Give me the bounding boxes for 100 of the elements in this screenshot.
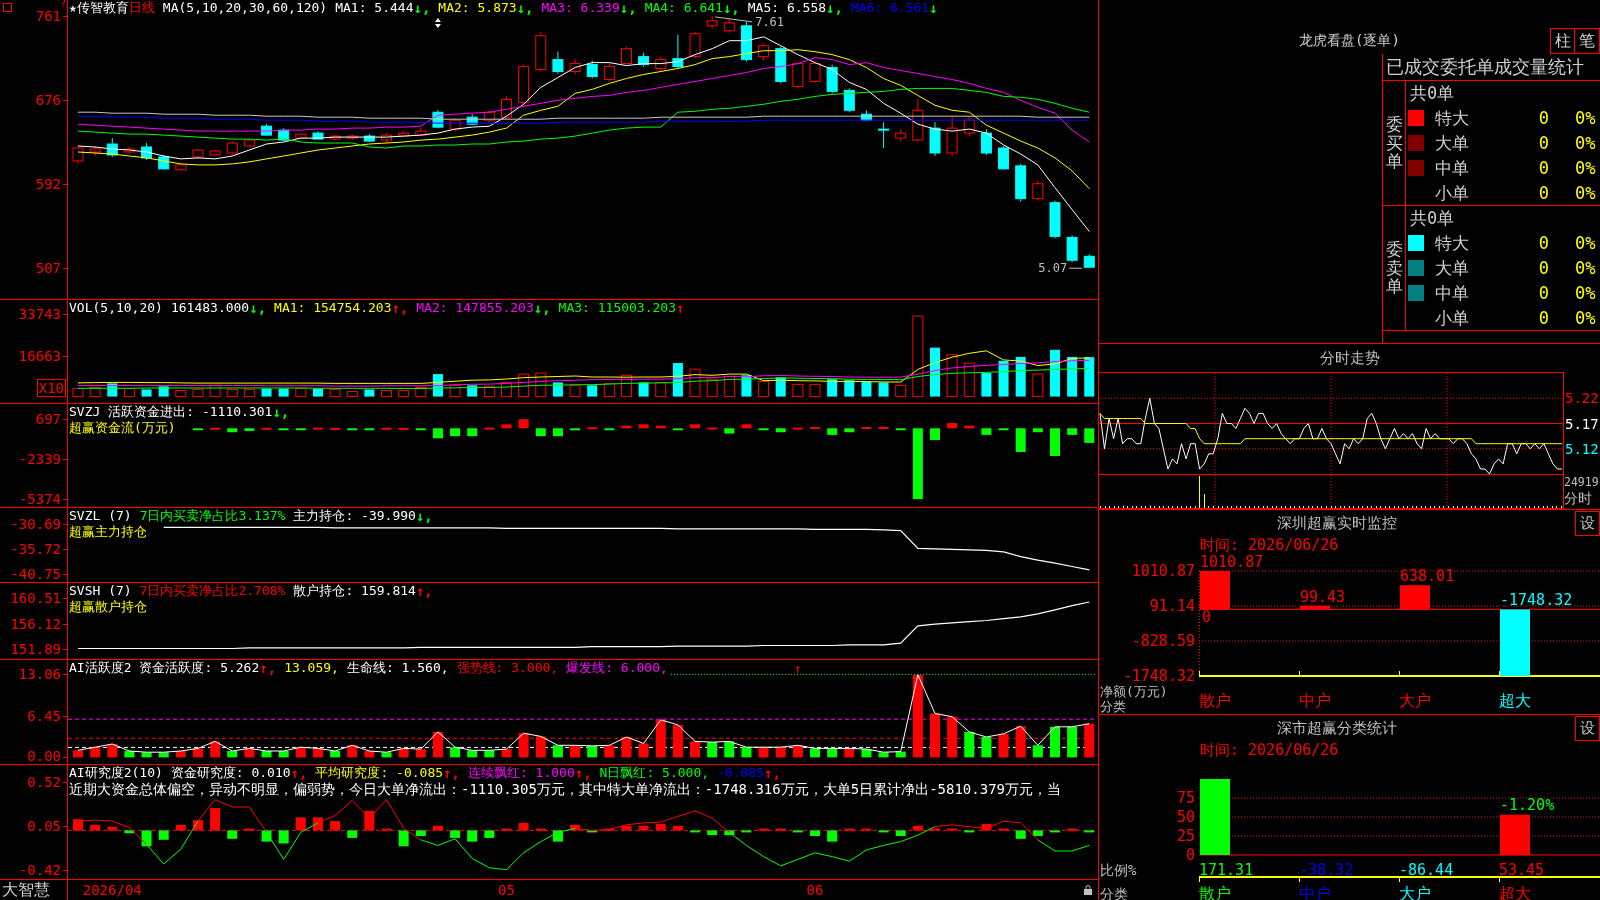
date-label: 2026/04 — [82, 881, 142, 900]
axis-label: -828.59 — [1131, 633, 1195, 649]
indicator-reading: MA4: 6.641 — [644, 0, 723, 16]
order-percent: 0% — [1575, 107, 1596, 128]
bar-value-label: 53.45 — [1499, 861, 1545, 879]
trend-arrow: ↓ — [929, 0, 938, 16]
candlestick — [346, 133, 358, 141]
order-count: 0 — [1537, 307, 1549, 328]
indicator-reading: 散户持仓: 159.814 — [293, 583, 416, 599]
order-size-label: 小单 — [1435, 182, 1470, 203]
axis-label: -0.42 — [18, 861, 61, 878]
candlestick — [415, 127, 427, 137]
indicator-name: AI研究度2(10) — [69, 765, 163, 781]
candlestick — [706, 15, 718, 30]
candlestick — [929, 121, 941, 157]
trend-arrow: ↑ — [676, 300, 685, 316]
analysis-summary: 近期大资金总体偏空，异动不明显，偏弱势，今日大单净流出：-1110.305万元，其中特大单净流出：-1748.316万元，大单5日累计净出-5810.379万元，当 — [68, 781, 1061, 798]
bar-value-label: -38.32 — [1299, 861, 1354, 879]
candlestick — [963, 115, 975, 137]
order-count: 0 — [1537, 232, 1549, 253]
updown-arrow-icon — [434, 18, 441, 28]
candlestick — [398, 130, 410, 138]
bar-value-label: 1010.87 — [1200, 554, 1264, 571]
candlestick — [518, 64, 530, 105]
view-mode-button[interactable]: 笔 — [1575, 28, 1600, 54]
bar-value-label: 638.01 — [1400, 567, 1455, 586]
candlestick — [792, 62, 804, 89]
candlestick — [586, 60, 598, 79]
candlestick — [946, 115, 958, 157]
candlestick — [912, 98, 924, 143]
candlestick — [603, 63, 615, 82]
panel-title: 深圳超赢实时监控 — [1277, 514, 1397, 532]
help-mark[interactable]: ? — [59, 0, 66, 8]
axis-label: 5.17 — [1565, 415, 1599, 432]
trend-arrow: ↓, — [516, 0, 534, 16]
order-percent: 0% — [1575, 132, 1596, 153]
leader-line — [1068, 267, 1083, 269]
axis-label: 697 — [35, 411, 61, 428]
order-percent: 0% — [1575, 307, 1596, 328]
order-percent: 0% — [1575, 257, 1596, 278]
candlestick — [432, 109, 444, 129]
axis-label: 761 — [35, 7, 61, 24]
trend-arrow: ↓, — [249, 300, 267, 316]
candlestick — [1049, 200, 1061, 239]
candlestick — [261, 123, 273, 137]
candlestick — [758, 43, 770, 62]
group-label: 委卖单 — [1385, 239, 1403, 297]
panel-title: 分时走势 — [1319, 349, 1380, 367]
order-size-label: 小单 — [1435, 307, 1470, 328]
indicator-reading: 强势线: 3.000, — [456, 660, 559, 676]
candlestick — [998, 145, 1010, 171]
bar-value-label: 99.43 — [1300, 587, 1346, 606]
candlestick — [226, 140, 238, 156]
indicator-reading: 7日内买卖净占比2.708% — [139, 583, 286, 599]
trend-arrow: ↑, — [391, 300, 409, 316]
stock-name: ★传智教育 — [69, 0, 129, 16]
indicator-reading: 资金活跃度: 5.262 — [139, 660, 260, 676]
candlestick — [72, 145, 84, 165]
trend-arrow: ↑, — [574, 765, 592, 781]
axis-label: 0.52 — [27, 773, 61, 790]
series-label: 超赢主力持仓 — [68, 524, 149, 540]
axis-label: 5.22 — [1565, 390, 1599, 407]
indicator-reading: MA5: 6.558 — [747, 0, 827, 16]
indicator-reading: MA1: 154754.203 — [274, 300, 392, 316]
candlestick — [826, 64, 838, 94]
candlestick — [501, 95, 512, 120]
candlestick — [141, 142, 153, 161]
candlestick — [449, 117, 461, 132]
candlestick — [1015, 163, 1027, 203]
indicator-name: SVZJ — [69, 404, 101, 420]
axis-title: 净额(万元) — [1100, 684, 1169, 699]
order-count: 0 — [1537, 282, 1549, 303]
order-total: 共0单 — [1410, 83, 1455, 103]
axis-label: 151.89 — [10, 641, 61, 658]
axis-label: 91.14 — [1149, 598, 1195, 614]
indicator-name: MA(5,10,20,30,60,120) — [162, 0, 328, 16]
indicator-reading: 161483.000 — [170, 300, 250, 316]
pane-label: 分时 — [1564, 490, 1592, 506]
candlestick — [878, 121, 890, 149]
candlestick — [1032, 180, 1044, 202]
axis-label: 6.45 — [27, 708, 61, 725]
timestamp: 时间: 2026/06/26 — [1200, 741, 1339, 759]
indicator-reading: 活跃资金进出: -1110.301 — [108, 404, 273, 420]
axis-label: -30.69 — [10, 516, 61, 533]
view-mode-button[interactable]: 柱 — [1550, 28, 1575, 54]
indicator-reading: MA6: 6.561 — [850, 0, 930, 16]
axis-label: 676 — [35, 92, 61, 109]
axis-title: 分类 — [1100, 699, 1127, 714]
order-size-label: 特大 — [1435, 232, 1470, 253]
order-total: 共0单 — [1410, 208, 1455, 228]
axis-label: -1748.32 — [1122, 668, 1195, 684]
indicator-name: SVSH (7) — [69, 583, 132, 599]
candlestick — [123, 146, 135, 155]
indicator-reading: MA3: 115003.203 — [558, 300, 676, 316]
order-percent: 0% — [1575, 282, 1596, 303]
axis-label: 507 — [35, 260, 61, 277]
settings-button[interactable]: 设 — [1575, 716, 1600, 741]
axis-label: 5.12 — [1565, 440, 1599, 457]
settings-button[interactable]: 设 — [1575, 511, 1600, 536]
panel-title: 深市超赢分类统计 — [1277, 719, 1397, 737]
